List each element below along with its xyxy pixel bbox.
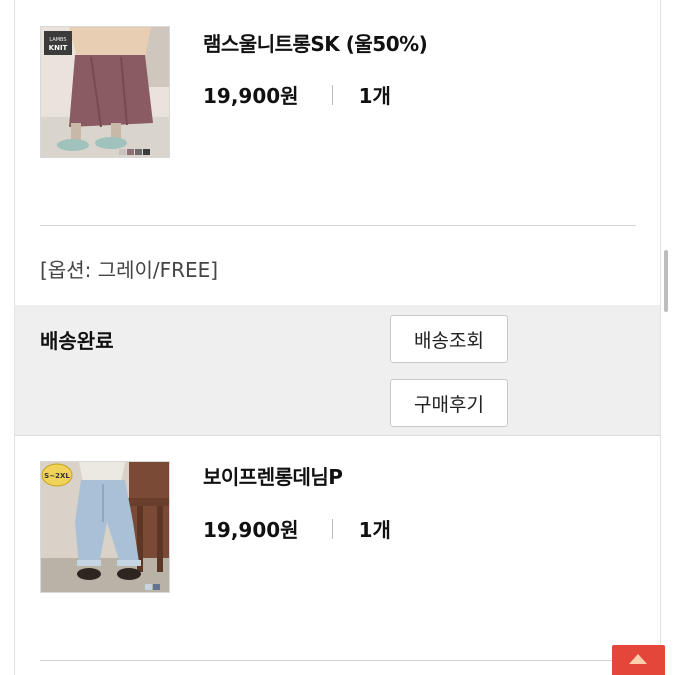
price-row: 19,900원 1개 xyxy=(203,514,391,543)
delivery-status-panel: 배송완료 배송조회 구매후기 xyxy=(15,305,660,436)
product-name[interactable]: 램스울니트롱SK (울50%) xyxy=(203,28,428,57)
product-option: [옵션: 그레이/FREE] xyxy=(40,258,219,282)
content-border-right xyxy=(660,0,661,675)
page-scrollbar[interactable] xyxy=(664,250,668,312)
product-thumbnail[interactable]: LAMBS KNIT xyxy=(40,26,170,158)
product-name[interactable]: 보이프렌롱데님P xyxy=(203,461,343,490)
product-price: 19,900원 xyxy=(203,84,299,108)
write-review-button[interactable]: 구매후기 xyxy=(390,379,508,427)
track-delivery-button[interactable]: 배송조회 xyxy=(390,315,508,363)
product-price: 19,900원 xyxy=(203,518,299,542)
scroll-to-top-button[interactable] xyxy=(612,645,665,675)
product-photo-denim-pants: S~2XL xyxy=(41,462,169,592)
product-quantity: 1개 xyxy=(358,84,391,108)
thumb-badge-text: LAMBS xyxy=(49,37,66,43)
price-row: 19,900원 1개 xyxy=(203,80,391,109)
divider xyxy=(40,660,636,661)
product-photo-knit-skirt: LAMBS KNIT xyxy=(41,27,169,157)
thumb-badge-text: KNIT xyxy=(49,44,68,52)
divider xyxy=(331,84,333,105)
thumb-badge-text: S~2XL xyxy=(44,472,70,480)
divider xyxy=(331,518,333,539)
product-quantity: 1개 xyxy=(358,518,391,542)
order-item: S~2XL 보이프렌롱데님P 19,900원 1개 xyxy=(15,437,660,662)
arrow-up-icon xyxy=(629,654,647,664)
divider xyxy=(40,225,636,226)
order-item: LAMBS KNIT 램스울니트롱SK (울50%) 19,900원 1개 xyxy=(15,0,660,226)
product-thumbnail[interactable]: S~2XL xyxy=(40,461,170,593)
delivery-status-label: 배송완료 xyxy=(40,329,114,353)
